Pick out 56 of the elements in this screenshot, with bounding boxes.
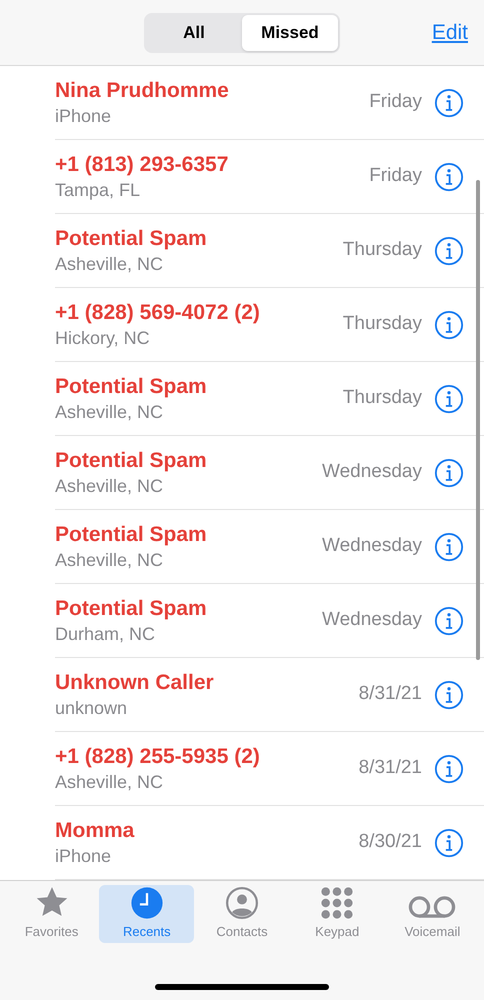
call-date: Wednesday: [322, 608, 422, 632]
caller-detail: Asheville, NC: [55, 474, 164, 498]
edit-link[interactable]: Edit: [432, 16, 468, 48]
info-icon[interactable]: [434, 532, 464, 562]
info-icon[interactable]: [434, 458, 464, 488]
caller-name: Nina Prudhomme: [55, 78, 230, 104]
caller-detail: Asheville, NC: [55, 770, 164, 794]
voicemail-icon: [407, 894, 458, 920]
info-icon[interactable]: [434, 162, 464, 192]
call-date: Thursday: [342, 386, 422, 410]
call-date: Friday: [369, 164, 422, 188]
caller-name: +1 (828) 569-4072 (2): [55, 300, 261, 326]
caller-name: Unknown Caller: [55, 670, 215, 696]
call-date: Wednesday: [322, 534, 422, 558]
keypad-icon: [320, 886, 354, 920]
info-icon[interactable]: [434, 828, 464, 858]
segment-tab[interactable]: Missed: [242, 14, 338, 50]
caller-name: Potential Spam: [55, 522, 208, 548]
tab-bar-item[interactable]: Recents: [99, 885, 194, 943]
caller-detail: iPhone: [55, 844, 112, 868]
call-date: Wednesday: [322, 460, 422, 484]
caller-detail: Hickory, NC: [55, 326, 151, 350]
call-date: 8/31/21: [358, 756, 422, 780]
tab-bar-item[interactable]: Contacts: [194, 885, 290, 943]
info-icon[interactable]: [434, 754, 464, 784]
info-icon[interactable]: [434, 384, 464, 414]
info-icon[interactable]: [434, 680, 464, 710]
call-date: 8/30/21: [358, 830, 422, 854]
tab-bar-item[interactable]: Favorites: [4, 885, 100, 943]
tab-bar-item[interactable]: Voicemail: [384, 885, 480, 943]
call-date: Friday: [369, 90, 422, 114]
caller-name: Potential Spam: [55, 226, 208, 252]
clock-icon: [130, 886, 164, 920]
call-date: Thursday: [342, 312, 422, 336]
segment-tab[interactable]: All: [146, 14, 242, 50]
caller-detail: Asheville, NC: [55, 252, 164, 276]
caller-name: Potential Spam: [55, 374, 208, 400]
caller-detail: unknown: [55, 696, 128, 720]
caller-name: Potential Spam: [55, 448, 208, 474]
caller-name: +1 (813) 293-6357: [55, 152, 230, 178]
caller-detail: Asheville, NC: [55, 548, 164, 572]
caller-name: +1 (828) 255-5935 (2): [55, 744, 261, 770]
info-icon[interactable]: [434, 88, 464, 118]
tab-bar-item[interactable]: Keypad: [290, 885, 385, 943]
call-date: 8/31/21: [358, 682, 422, 706]
caller-detail: Asheville, NC: [55, 400, 164, 424]
info-icon[interactable]: [434, 606, 464, 636]
info-icon[interactable]: [434, 236, 464, 266]
call-date: Thursday: [342, 238, 422, 262]
caller-detail: Durham, NC: [55, 622, 156, 646]
caller-name: Momma: [55, 818, 136, 844]
caller-detail: Tampa, FL: [55, 178, 142, 202]
person-icon: [225, 886, 259, 920]
caller-detail: iPhone: [55, 104, 112, 128]
caller-name: Potential Spam: [55, 596, 208, 622]
info-icon[interactable]: [434, 310, 464, 340]
